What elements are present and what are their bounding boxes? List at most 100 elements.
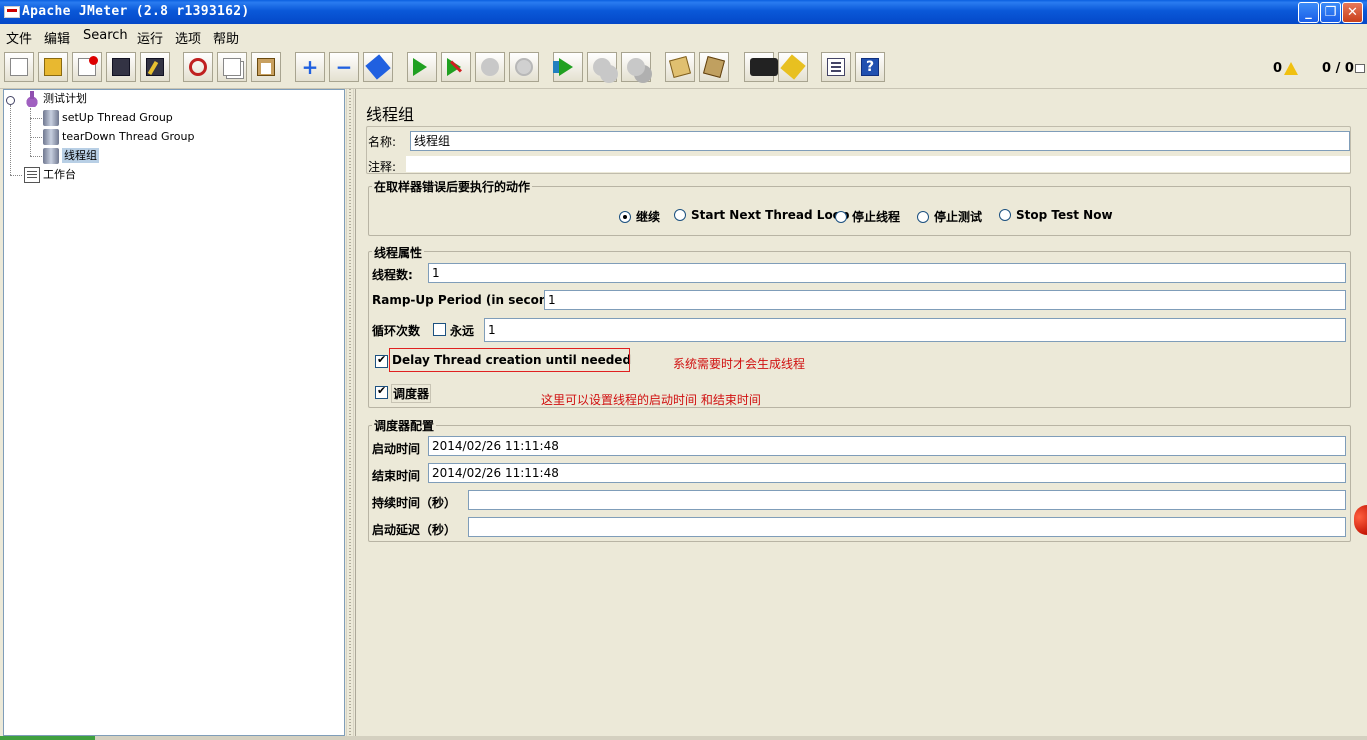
tree-line <box>10 175 22 176</box>
forever-checkbox[interactable] <box>433 323 446 336</box>
clear-all-button[interactable] <box>699 52 729 82</box>
reset-search-button[interactable] <box>778 52 808 82</box>
name-label: 名称: <box>368 135 397 149</box>
expand-button[interactable]: + <box>295 52 325 82</box>
tree-line <box>30 137 42 138</box>
thread-group-icon <box>43 148 59 164</box>
rampup-input[interactable]: 1 <box>544 290 1346 310</box>
radio-label: Stop Test Now <box>1016 208 1113 222</box>
tree-node-teardown-thread-group[interactable]: tearDown Thread Group <box>43 128 194 146</box>
test-plan-tree <box>3 89 345 736</box>
remote-shutdown-button[interactable] <box>621 52 651 82</box>
radio-continue[interactable]: 继续 <box>619 208 660 225</box>
thread-group-icon <box>43 129 59 145</box>
remote-stop-icon <box>593 58 611 76</box>
tree-node-setup-thread-group[interactable]: setUp Thread Group <box>43 109 173 127</box>
search-button[interactable] <box>744 52 774 82</box>
warning-icon[interactable] <box>1284 62 1298 75</box>
panel-splitter[interactable] <box>346 89 354 736</box>
tree-node-label: 工作台 <box>43 168 76 181</box>
delay-thread-checkbox[interactable] <box>375 353 388 368</box>
function-helper-button[interactable] <box>821 52 851 82</box>
threads-input[interactable]: 1 <box>428 263 1346 283</box>
radio-label: 继续 <box>636 210 661 224</box>
maximize-button[interactable]: ❐ <box>1320 2 1341 23</box>
shutdown-icon <box>515 58 533 76</box>
new-button[interactable] <box>4 52 34 82</box>
duration-input[interactable] <box>468 490 1346 510</box>
cut-button[interactable] <box>183 52 213 82</box>
duration-label: 持续时间（秒） <box>372 496 457 510</box>
start-no-timers-button[interactable] <box>441 52 471 82</box>
paste-button[interactable] <box>251 52 281 82</box>
tree-node-label-selected: 线程组 <box>62 148 99 163</box>
clear-button[interactable] <box>665 52 695 82</box>
stop-button[interactable] <box>475 52 505 82</box>
menu-file[interactable]: 文件 <box>6 28 32 47</box>
taskbar-strip <box>0 736 1367 740</box>
loop-count-input[interactable]: 1 <box>484 318 1346 342</box>
close-window-button[interactable]: ✕ <box>1342 2 1363 23</box>
toggle-button[interactable] <box>363 52 393 82</box>
radio-stop-thread[interactable]: 停止线程 <box>835 208 900 225</box>
comment-label: 注释: <box>368 160 397 174</box>
menu-edit[interactable]: 编辑 <box>44 28 70 47</box>
remote-start-button[interactable] <box>553 52 583 82</box>
annotation-highlight-box <box>389 348 630 372</box>
radio-stop-test[interactable]: 停止测试 <box>917 208 982 225</box>
clear-all-icon <box>702 55 726 79</box>
menu-options[interactable]: 选项 <box>175 28 201 47</box>
tree-node-thread-group[interactable]: 线程组 <box>43 147 99 165</box>
radio-icon <box>999 208 1011 221</box>
name-input[interactable]: 线程组 <box>410 131 1350 151</box>
open-icon <box>44 58 62 76</box>
minimize-button[interactable]: _ <box>1298 2 1319 23</box>
radio-stop-test-now[interactable]: Stop Test Now <box>999 208 1113 222</box>
close-button[interactable] <box>72 52 102 82</box>
shutdown-button[interactable] <box>509 52 539 82</box>
scheduler-checkbox[interactable] <box>375 384 388 399</box>
tree-line <box>30 156 42 157</box>
active-threads: 0 / 0 <box>1322 61 1354 76</box>
remote-stop-button[interactable] <box>587 52 617 82</box>
start-button[interactable] <box>407 52 437 82</box>
save-button[interactable] <box>106 52 136 82</box>
remote-shutdown-icon <box>627 58 645 76</box>
open-button[interactable] <box>38 52 68 82</box>
copy-button[interactable] <box>217 52 247 82</box>
title-bar: Apache JMeter (2.8 r1393162) _ ❐ ✕ <box>0 0 1367 24</box>
threads-label: 线程数: <box>372 268 413 282</box>
expand-icon: + <box>301 55 319 79</box>
comment-input[interactable] <box>406 156 1350 172</box>
startup-delay-input[interactable] <box>468 517 1346 537</box>
save-icon <box>112 58 130 76</box>
start-time-label: 启动时间 <box>372 442 421 456</box>
tree-node-test-plan[interactable]: 测试计划 <box>24 90 87 108</box>
menu-search[interactable]: Search <box>83 28 128 43</box>
error-action-title: 在取样器错误后要执行的动作 <box>372 178 533 195</box>
error-count: 0 <box>1273 61 1283 76</box>
tree-line <box>30 118 42 119</box>
tree-expand-handle[interactable] <box>6 96 15 105</box>
start-time-input[interactable]: 2014/02/26 11:11:48 <box>428 436 1346 456</box>
function-helper-icon <box>827 58 845 76</box>
end-time-input[interactable]: 2014/02/26 11:11:48 <box>428 463 1346 483</box>
menu-run[interactable]: 运行 <box>137 28 163 47</box>
tree-line <box>10 105 11 175</box>
help-icon: ? <box>861 58 879 76</box>
clear-icon <box>668 55 692 79</box>
scheduler-annotation: 这里可以设置线程的启动时间 和结束时间 <box>541 393 761 407</box>
radio-icon <box>917 210 929 223</box>
loop-count-label: 循环次数 <box>372 324 421 338</box>
close-icon: ✕ <box>1347 5 1358 20</box>
radio-label: Start Next Thread Loop <box>691 208 850 222</box>
help-button[interactable]: ? <box>855 52 885 82</box>
forever-label: 永远 <box>450 324 475 338</box>
menu-help[interactable]: 帮助 <box>213 28 239 47</box>
collapse-button[interactable]: − <box>329 52 359 82</box>
tree-node-workbench[interactable]: 工作台 <box>24 166 76 184</box>
save-as-button[interactable] <box>140 52 170 82</box>
search-icon <box>750 58 768 76</box>
cut-icon <box>189 58 207 76</box>
radio-start-next-loop[interactable]: Start Next Thread Loop <box>674 208 850 222</box>
